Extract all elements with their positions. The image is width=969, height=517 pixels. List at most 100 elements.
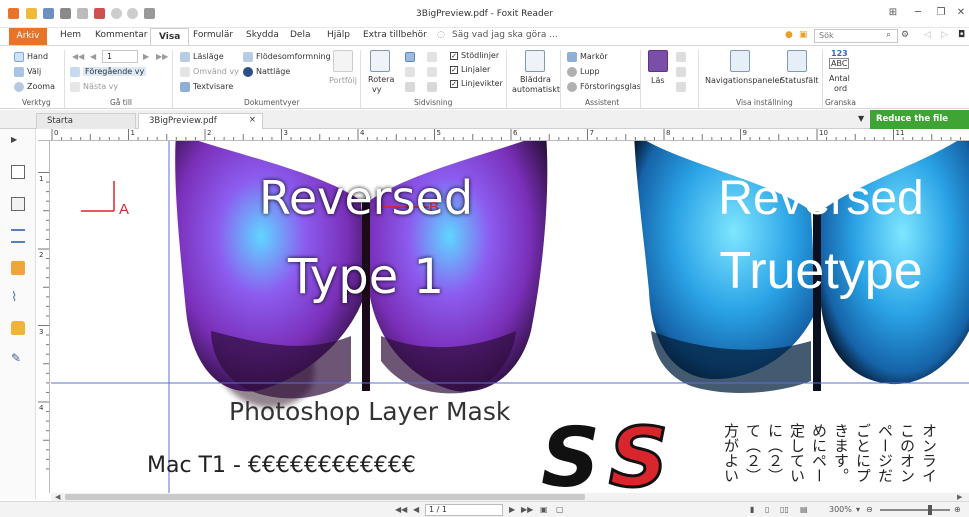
read-option-icon[interactable]	[676, 67, 686, 77]
continuous-status-icon[interactable]: ▯	[765, 505, 769, 514]
signature-icon[interactable]: ✎	[11, 351, 25, 365]
group-label-tools: Verktyg	[22, 98, 51, 107]
cont-facing-status-icon[interactable]: ▤	[800, 505, 808, 514]
zoom-tool[interactable]: Zooma	[27, 82, 55, 91]
tab-document[interactable]: 3BigPreview.pdf ×	[138, 113, 263, 129]
find-icon[interactable]: ▣	[799, 30, 808, 40]
read-option-icon[interactable]	[676, 52, 686, 62]
select-tool[interactable]: Välj	[27, 67, 41, 76]
horizontal-scrollbar[interactable]: ◀ ▶	[51, 493, 969, 501]
previous-view-button[interactable]: Föregående vy	[83, 67, 147, 76]
tab-list-icon[interactable]: ▼	[858, 114, 864, 123]
auto-scroll-button[interactable]: Bläddra	[520, 75, 551, 84]
back-icon[interactable]: ◁	[924, 30, 931, 40]
tab-view[interactable]: Visa	[150, 28, 190, 46]
restore-button[interactable]: ❐	[933, 6, 949, 20]
smiley-icon[interactable]: ●	[785, 30, 793, 40]
tab-help[interactable]: Hjälp	[327, 30, 350, 40]
tab-form[interactable]: Formulär	[193, 30, 233, 40]
loupe-button[interactable]: Lupp	[580, 67, 600, 76]
search-icon[interactable]: ⌕	[886, 30, 891, 40]
hand-tool[interactable]: Hand	[27, 52, 48, 61]
zoom-slider-thumb[interactable]	[928, 505, 932, 515]
cont-facing-icon[interactable]	[427, 67, 437, 77]
reflow-icon	[243, 52, 253, 62]
reverse-view-button[interactable]: Omvänd vy	[193, 67, 239, 76]
portfolio-button[interactable]: Portfölj	[329, 76, 357, 85]
tab-home[interactable]: Hem	[60, 30, 81, 40]
read-mode-button[interactable]: Läsläge	[193, 52, 224, 61]
next-page-icon[interactable]: ▶	[509, 505, 515, 514]
rulers-checkbox[interactable]: ✓	[450, 66, 458, 74]
line-weights-checkbox[interactable]: ✓	[450, 80, 458, 88]
copy-icon[interactable]: ▣	[540, 505, 548, 514]
reflow-button[interactable]: Flödesomformning	[256, 52, 331, 61]
text-viewer-button[interactable]: Textvisare	[193, 82, 233, 91]
tab-protect[interactable]: Skydda	[246, 30, 279, 40]
scrollbar-thumb[interactable]	[65, 494, 585, 500]
page-layout-icon[interactable]	[405, 82, 415, 92]
export-icon[interactable]: ▢	[556, 505, 564, 514]
tab-extra[interactable]: Extra tillbehör	[363, 30, 427, 40]
gear-icon[interactable]: ⚙	[901, 30, 909, 40]
page-number-input[interactable]: 1	[102, 50, 138, 63]
page-field[interactable]: 1 / 1	[425, 504, 503, 516]
forward-icon[interactable]: ▷	[941, 30, 948, 40]
ruler-label: 4	[39, 404, 44, 412]
layers-icon[interactable]	[11, 229, 25, 243]
user-icon[interactable]: ◘	[958, 30, 965, 40]
expand-pane-icon[interactable]: ▶	[11, 135, 25, 149]
security-lock-icon[interactable]	[11, 321, 25, 335]
zoom-slider[interactable]	[880, 509, 950, 511]
ribbon-display-icon[interactable]: ⊞	[885, 6, 901, 20]
guides-checkbox[interactable]: ✓	[450, 52, 458, 60]
status-bar-button[interactable]: Statusfält	[780, 76, 819, 85]
close-window-button[interactable]: ✕	[953, 6, 969, 20]
close-tab-icon[interactable]: ×	[249, 115, 256, 125]
read-button[interactable]: Läs	[651, 76, 665, 85]
tab-start[interactable]: Starta	[36, 113, 136, 129]
facing-status-icon[interactable]: ▯▯	[780, 505, 789, 514]
prev-page-icon[interactable]: ◀	[413, 505, 419, 514]
last-page-icon[interactable]: ▶▶	[156, 52, 168, 61]
continuous-icon[interactable]	[427, 52, 437, 62]
reduce-file-size-button[interactable]: Reduce the file size	[870, 110, 969, 143]
tell-me-field[interactable]: Säg vad jag ska göra ...	[452, 30, 558, 40]
pdf-page[interactable]: S S A B Reversed Type 1 Reversed Truetyp…	[51, 141, 969, 493]
prev-page-icon[interactable]: ◀	[90, 52, 96, 61]
navigation-panels-button[interactable]: Navigationspaneler	[705, 76, 783, 85]
word-count-label: ord	[834, 84, 848, 93]
comments-icon[interactable]	[11, 261, 25, 275]
read-option-icon[interactable]	[676, 82, 686, 92]
japanese-text-column: めにペー	[810, 423, 828, 483]
tab-share[interactable]: Dela	[290, 30, 310, 40]
zoom-dropdown-icon[interactable]: ▾	[856, 505, 860, 514]
first-page-icon[interactable]: ◀◀	[395, 505, 407, 514]
single-page-status-icon[interactable]: ▮	[750, 505, 754, 514]
facing-icon[interactable]	[405, 67, 415, 77]
marker-button[interactable]: Markör	[580, 52, 608, 61]
attachments-icon[interactable]: ⌇	[11, 291, 25, 305]
tab-comment[interactable]: Kommentar	[95, 30, 147, 40]
night-mode-button[interactable]: Nattläge	[256, 67, 290, 76]
magnifier-button[interactable]: Förstoringsglas	[580, 82, 641, 91]
zoom-out-icon[interactable]: ⊖	[866, 505, 873, 514]
last-page-icon[interactable]: ▶▶	[521, 505, 533, 514]
next-page-icon[interactable]: ▶	[143, 52, 149, 61]
bookmarks-icon[interactable]	[11, 165, 25, 179]
first-page-icon[interactable]: ◀◀	[72, 52, 84, 61]
next-view-button[interactable]: Nästa vy	[83, 82, 118, 91]
lightbulb-icon: ◌	[437, 30, 445, 40]
pages-icon[interactable]	[11, 197, 25, 211]
rotate-view-button[interactable]: Rotera	[368, 75, 394, 84]
scroll-left-icon[interactable]: ◀	[55, 493, 60, 501]
tab-file[interactable]: Arkiv	[9, 28, 47, 45]
zoom-level[interactable]: 300%	[829, 505, 852, 514]
single-page-icon[interactable]	[405, 52, 415, 62]
zoom-in-icon[interactable]: ⊕	[954, 505, 961, 514]
minimize-button[interactable]: ─	[910, 6, 926, 20]
ruler-label: 1	[130, 129, 135, 137]
scroll-right-icon[interactable]: ▶	[957, 493, 962, 501]
split-icon[interactable]	[427, 82, 437, 92]
word-count-button[interactable]: Antal	[829, 74, 850, 83]
